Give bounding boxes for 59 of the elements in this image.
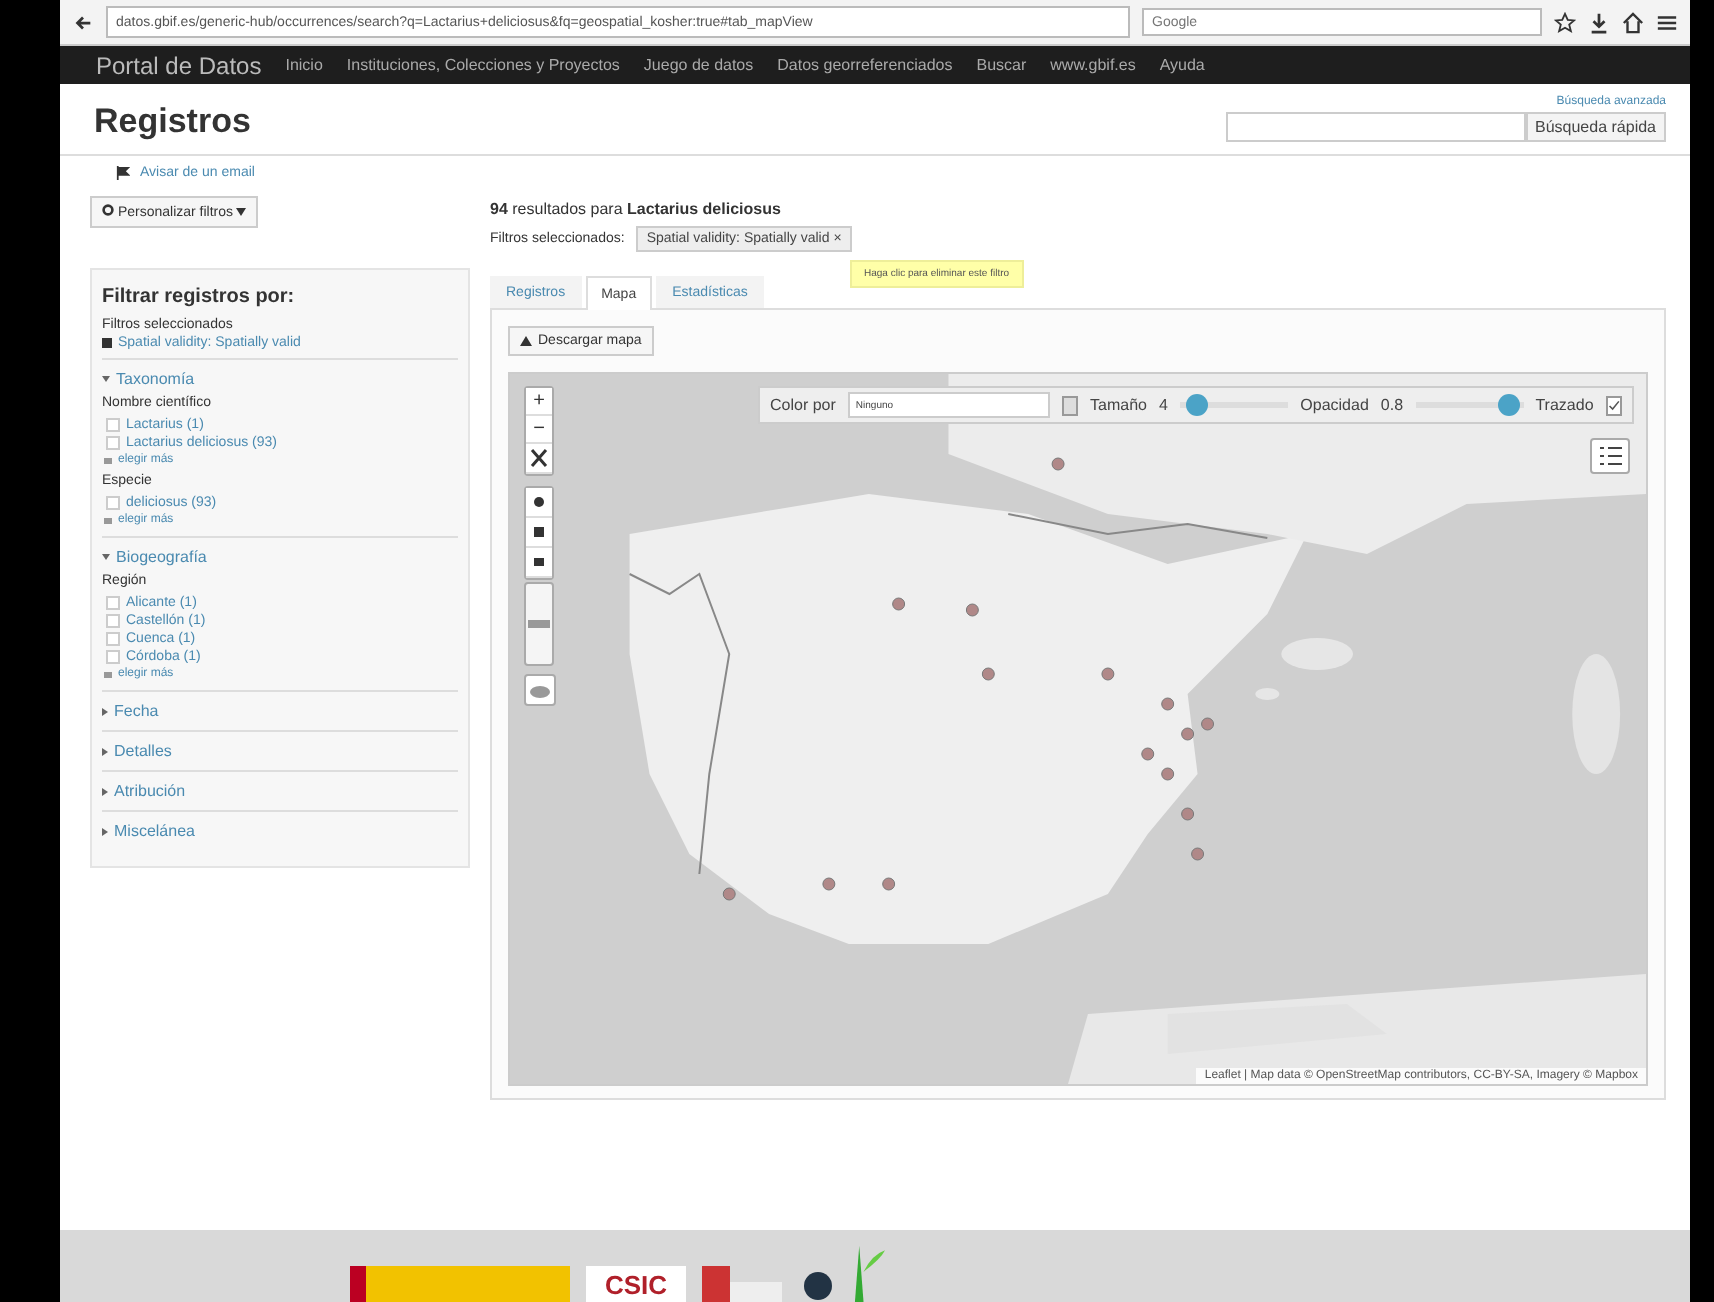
checkbox[interactable] — [106, 496, 120, 510]
star-icon[interactable] — [1554, 11, 1576, 33]
dropdown-icon[interactable] — [1061, 395, 1079, 415]
nav-link[interactable]: Ayuda — [1159, 56, 1205, 74]
nav-link[interactable]: Instituciones, Colecciones y Proyectos — [346, 56, 620, 74]
gear-icon — [102, 204, 114, 216]
hand-icon — [102, 668, 114, 680]
size-value: 4 — [1158, 396, 1168, 414]
hand-icon — [102, 514, 114, 526]
atlas-logo — [702, 1266, 782, 1302]
nav-link[interactable]: Juego de datos — [643, 56, 754, 74]
nav-link[interactable]: Datos georreferenciados — [777, 56, 953, 74]
checkbox[interactable] — [106, 614, 120, 628]
globe-icon — [798, 1266, 838, 1302]
search-button[interactable]: Búsqueda rápida — [1525, 112, 1666, 142]
circle-tool-icon[interactable] — [526, 488, 552, 518]
plant-logo — [854, 1246, 886, 1302]
slider-thumb[interactable] — [1186, 394, 1209, 416]
nav-link[interactable]: Inicio — [285, 56, 323, 74]
checkbox[interactable] — [106, 436, 120, 450]
checkbox[interactable] — [106, 596, 120, 610]
checkbox[interactable] — [106, 418, 120, 432]
page-title: Registros — [94, 102, 251, 142]
size-label: Tamaño — [1090, 396, 1147, 414]
filter-heading: Filtrar registros por: — [102, 286, 297, 308]
slider-thumb[interactable] — [1497, 394, 1520, 416]
legend-icon[interactable] — [1590, 438, 1630, 474]
checkbox[interactable] — [106, 650, 120, 664]
opacity-label: Opacidad — [1300, 396, 1369, 414]
slider-thumb[interactable] — [528, 620, 550, 628]
csic-logo: CSIC — [586, 1266, 686, 1302]
caret-icon — [236, 208, 247, 216]
nav-link[interactable]: www.gbif.es — [1050, 56, 1136, 74]
trace-checkbox[interactable] — [1605, 395, 1622, 415]
filter-section-toggle[interactable]: Biogeografía — [102, 548, 458, 566]
home-icon[interactable] — [1622, 11, 1644, 33]
results-summary: 94 resultados para Lactarius deliciosus — [490, 200, 783, 218]
filter-section-toggle[interactable]: Atribución — [102, 782, 458, 800]
upload-icon — [520, 336, 532, 346]
trace-label: Trazado — [1535, 396, 1594, 414]
flag-icon — [116, 166, 130, 180]
opacity-value: 0.8 — [1380, 396, 1404, 414]
hand-icon — [102, 454, 114, 466]
filter-section-toggle[interactable]: Miscelánea — [102, 822, 458, 840]
quick-search-field[interactable] — [1225, 112, 1525, 142]
filter-section-toggle[interactable]: Detalles — [102, 742, 458, 760]
filter-section-toggle[interactable]: Fecha — [102, 702, 458, 720]
filter-section-toggle[interactable]: Taxonomía — [102, 370, 458, 388]
nav-link[interactable]: Buscar — [976, 56, 1027, 74]
zoom-in-button[interactable]: + — [526, 388, 552, 416]
back-icon[interactable] — [72, 11, 94, 33]
layers-icon[interactable] — [524, 674, 556, 706]
menu-icon[interactable] — [1656, 11, 1678, 33]
fullscreen-icon[interactable] — [526, 444, 552, 474]
zoom-slider[interactable] — [524, 582, 554, 666]
checkbox[interactable] — [106, 632, 120, 646]
color-by-label: Color por — [770, 396, 836, 414]
site-brand[interactable]: Portal de Datos — [96, 51, 262, 79]
download-icon[interactable] — [1588, 11, 1610, 33]
